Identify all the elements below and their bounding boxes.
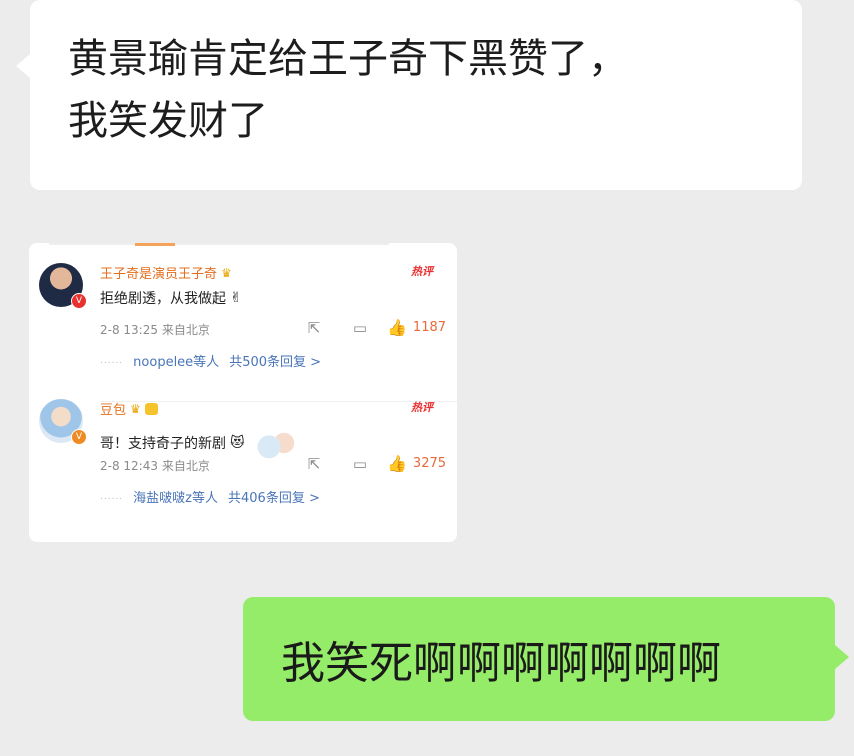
comment-username: 豆包 bbox=[100, 403, 127, 418]
comment-location: 来自北京 bbox=[161, 323, 210, 337]
hot-comment-label: 热评 bbox=[411, 401, 433, 414]
incoming-message-text: 黄景瑜肯定给王子奇下黑赞了， 我笑发财了 bbox=[68, 36, 628, 144]
comment-icon: ▭ bbox=[352, 318, 368, 337]
dots-separator: ...... bbox=[100, 491, 124, 502]
comment-icon: ▭ bbox=[352, 454, 368, 473]
like-count: 1187 bbox=[412, 320, 447, 335]
dots-separator: ...... bbox=[100, 355, 124, 366]
crown-icon: ♛ bbox=[221, 265, 232, 280]
thumbs-up-icon: 👍 bbox=[387, 454, 407, 473]
crown-icon: ♛ bbox=[130, 401, 141, 416]
repliers-text: noopelee等人 bbox=[133, 355, 220, 370]
outgoing-message-text: 我笑死啊啊啊啊啊啊啊 bbox=[281, 638, 721, 689]
share-icon: ⇱ bbox=[307, 318, 321, 337]
incoming-message-bubble[interactable]: 黄景瑜肯定给王子奇下黑赞了， 我笑发财了 bbox=[16, 0, 802, 190]
comment-time: 2-8 12:43 bbox=[100, 459, 158, 473]
reply-total: 共406条回复 > bbox=[228, 491, 320, 506]
tab-indicator bbox=[135, 243, 175, 246]
comment-location: 来自北京 bbox=[161, 459, 210, 473]
hot-comment-label: 热评 bbox=[411, 265, 433, 278]
shared-screenshot-image[interactable]: V 王子奇是演员王子奇 ♛ 热评 拒绝剧透，从我做起 ✌ 2-8 13:25 来… bbox=[29, 243, 457, 542]
thumbs-up-icon: 👍 bbox=[387, 318, 407, 337]
victory-hand-icon: ✌ bbox=[230, 290, 242, 306]
like-count: 3275 bbox=[412, 456, 447, 471]
comment-username: 王子奇是演员王子奇 bbox=[100, 267, 218, 282]
reply-total: 共500条回复 > bbox=[229, 355, 322, 370]
comment-text: 拒绝剧透，从我做起 bbox=[100, 291, 226, 307]
share-icon: ⇱ bbox=[307, 454, 321, 473]
verified-badge-icon: V bbox=[71, 429, 87, 445]
outgoing-message-bubble[interactable]: 我笑死啊啊啊啊啊啊啊 bbox=[243, 597, 849, 721]
cat-heart-eyes-icon: 😻 bbox=[230, 435, 245, 451]
member-badge-icon bbox=[144, 402, 159, 415]
comment-time: 2-8 13:25 bbox=[100, 323, 158, 337]
comment-text: 哥！支持奇子的新剧 bbox=[100, 436, 226, 452]
divider bbox=[49, 243, 389, 245]
repliers-text: 海盐啵啵z等人 bbox=[133, 491, 218, 506]
verified-badge-icon: V bbox=[71, 293, 87, 309]
